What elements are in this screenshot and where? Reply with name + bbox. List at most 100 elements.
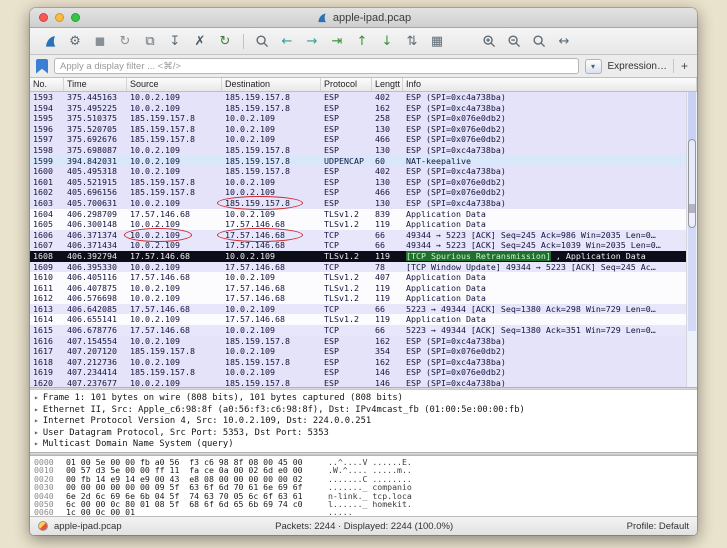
packet-row[interactable]: 1610406.40511617.57.146.6810.0.2.109TLSv… <box>30 272 697 283</box>
cell-dst: 10.0.2.109 <box>222 177 321 188</box>
detail-line[interactable]: ▸Frame 1: 101 bytes on wire (808 bits), … <box>34 392 693 404</box>
resize-columns-icon[interactable]: ↔ <box>552 31 576 52</box>
disclosure-triangle-icon[interactable]: ▸ <box>34 405 39 414</box>
cell-src: 185.159.157.8 <box>127 124 222 135</box>
packet-row[interactable]: 1607406.37143410.0.2.10917.57.146.68TCP6… <box>30 240 697 251</box>
packet-row[interactable]: 1617407.207120185.159.157.810.0.2.109ESP… <box>30 346 697 357</box>
cell-proto: TCP <box>321 240 372 251</box>
cell-info: ESP (SPI=0x076e0db2) <box>403 177 697 188</box>
reload-file-icon[interactable]: ↻ <box>213 31 237 52</box>
packet-row[interactable]: 1597375.692676185.159.157.810.0.2.109ESP… <box>30 134 697 145</box>
colorize-icon[interactable]: ▦ <box>425 31 449 52</box>
detail-line[interactable]: ▸Internet Protocol Version 4, Src: 10.0.… <box>34 415 693 427</box>
status-profile[interactable]: Profile: Default <box>607 521 689 532</box>
packet-row[interactable]: 1600405.49531810.0.2.109185.159.157.8ESP… <box>30 166 697 177</box>
go-first-packet-icon[interactable]: ↑ <box>350 31 374 52</box>
disclosure-triangle-icon[interactable]: ▸ <box>34 428 39 437</box>
filter-apply-button[interactable]: ▾ <box>585 59 602 74</box>
detail-line[interactable]: ▸Multicast Domain Name System (query) <box>34 438 693 450</box>
packet-row[interactable]: 1604406.29870917.57.146.6810.0.2.109TLSv… <box>30 209 697 220</box>
packet-row[interactable]: 1613406.64208517.57.146.6810.0.2.109TCP6… <box>30 304 697 315</box>
cell-dst: 10.0.2.109 <box>222 187 321 198</box>
title-bar[interactable]: apple-ipad.pcap <box>30 8 697 28</box>
zoom-button[interactable] <box>71 13 80 22</box>
packet-row[interactable]: 1605406.30014810.0.2.10917.57.146.68TLSv… <box>30 219 697 230</box>
disclosure-triangle-icon[interactable]: ▸ <box>34 416 39 425</box>
packet-row[interactable]: 1614406.65514110.0.2.10917.57.146.68TLSv… <box>30 314 697 325</box>
cell-len: 119 <box>372 293 403 304</box>
packet-row[interactable]: 1620407.23767710.0.2.109185.159.157.8ESP… <box>30 378 697 387</box>
column-header-source[interactable]: Source <box>127 78 222 91</box>
zoom-reset-icon[interactable] <box>527 31 551 52</box>
minimize-button[interactable] <box>55 13 64 22</box>
zoom-out-icon[interactable] <box>502 31 526 52</box>
go-forward-icon[interactable]: → <box>300 31 324 52</box>
expression-button[interactable]: Expression… <box>608 61 667 72</box>
cell-len: 66 <box>372 325 403 336</box>
capture-options-icon[interactable]: ⚙ <box>63 31 87 52</box>
packet-row[interactable]: 1593375.44516310.0.2.109185.159.157.8ESP… <box>30 92 697 103</box>
packet-row[interactable]: 1619407.234414185.159.157.810.0.2.109ESP… <box>30 367 697 378</box>
expert-info-icon[interactable] <box>38 521 48 531</box>
packet-row[interactable]: 1615406.67877617.57.146.6810.0.2.109TCP6… <box>30 325 697 336</box>
go-to-packet-icon[interactable]: ⇥ <box>325 31 349 52</box>
packet-row[interactable]: 1599394.84203110.0.2.109185.159.157.8UDP… <box>30 156 697 167</box>
close-file-icon[interactable]: ✗ <box>188 31 212 52</box>
cell-no: 1606 <box>30 230 64 241</box>
cell-src: 17.57.146.68 <box>127 272 222 283</box>
detail-line[interactable]: ▸User Datagram Protocol, Src Port: 5353,… <box>34 427 693 439</box>
cell-dst: 10.0.2.109 <box>222 346 321 357</box>
close-button[interactable] <box>39 13 48 22</box>
open-file-icon[interactable]: ⧉ <box>138 31 162 52</box>
detail-line[interactable]: ▸Ethernet II, Src: Apple_c6:98:8f (a0:56… <box>34 404 693 416</box>
add-filter-button[interactable]: + <box>673 59 691 73</box>
packet-row[interactable]: 1598375.69808710.0.2.109185.159.157.8ESP… <box>30 145 697 156</box>
packet-row[interactable]: 1602405.696156185.159.157.810.0.2.109ESP… <box>30 187 697 198</box>
cell-src: 185.159.157.8 <box>127 187 222 198</box>
cell-proto: ESP <box>321 378 372 387</box>
cell-src: 10.0.2.109 <box>127 156 222 167</box>
cell-no: 1602 <box>30 187 64 198</box>
find-packet-icon[interactable] <box>250 31 274 52</box>
disclosure-triangle-icon[interactable]: ▸ <box>34 439 39 448</box>
packet-row[interactable]: 1594375.49522510.0.2.109185.159.157.8ESP… <box>30 103 697 114</box>
restart-capture-icon[interactable]: ↻ <box>113 31 137 52</box>
packet-row[interactable]: 1606406.37137410.0.2.10917.57.146.68TCP6… <box>30 230 697 241</box>
column-header-destination[interactable]: Destination <box>222 78 321 91</box>
packet-row[interactable]: 1609406.39533010.0.2.10917.57.146.68TCP7… <box>30 262 697 273</box>
packet-row[interactable]: 1616407.15455410.0.2.109185.159.157.8ESP… <box>30 336 697 347</box>
stop-capture-icon[interactable]: ◼ <box>88 31 112 52</box>
start-capture-icon[interactable] <box>38 31 62 52</box>
packet-row[interactable]: 1611406.40787510.0.2.10917.57.146.68TLSv… <box>30 283 697 294</box>
packet-row[interactable]: 1596375.520705185.159.157.810.0.2.109ESP… <box>30 124 697 135</box>
save-file-icon[interactable]: ↧ <box>163 31 187 52</box>
column-header-time[interactable]: Time <box>64 78 127 91</box>
auto-scroll-icon[interactable]: ⇅ <box>400 31 424 52</box>
packet-row[interactable]: 1603405.70063110.0.2.109185.159.157.8ESP… <box>30 198 697 209</box>
disclosure-triangle-icon[interactable]: ▸ <box>34 393 39 402</box>
column-header-protocol[interactable]: Protocol <box>321 78 372 91</box>
scrollbar-thumb[interactable] <box>688 139 696 228</box>
packet-row[interactable]: 1595375.510375185.159.157.810.0.2.109ESP… <box>30 113 697 124</box>
go-last-packet-icon[interactable]: ↓ <box>375 31 399 52</box>
zoom-in-icon[interactable] <box>477 31 501 52</box>
packet-row[interactable]: 1608406.39279417.57.146.6810.0.2.109TLSv… <box>30 251 697 262</box>
column-header-info[interactable]: Info <box>403 78 697 91</box>
packet-row[interactable]: 1601405.521915185.159.157.810.0.2.109ESP… <box>30 177 697 188</box>
hex-line[interactable]: 00601c 00 0c 00 01..... <box>34 508 693 516</box>
packet-list-scrollbar[interactable] <box>686 92 697 387</box>
cell-src: 10.0.2.109 <box>127 230 222 241</box>
column-header-lengtt[interactable]: Lengtt <box>372 78 403 91</box>
cell-dst: 10.0.2.109 <box>222 304 321 315</box>
cell-proto: TLSv1.2 <box>321 219 372 230</box>
packet-row[interactable]: 1618407.21273610.0.2.109185.159.157.8ESP… <box>30 357 697 368</box>
column-header-no[interactable]: No. <box>30 78 64 91</box>
display-filter-input[interactable] <box>54 58 579 74</box>
cell-src: 10.0.2.109 <box>127 262 222 273</box>
cell-len: 78 <box>372 262 403 273</box>
wireshark-icon <box>316 12 328 24</box>
filter-bookmark-icon[interactable] <box>36 59 48 74</box>
cell-len: 258 <box>372 113 403 124</box>
go-back-icon[interactable]: ← <box>275 31 299 52</box>
packet-row[interactable]: 1612406.57669810.0.2.10917.57.146.68TLSv… <box>30 293 697 304</box>
